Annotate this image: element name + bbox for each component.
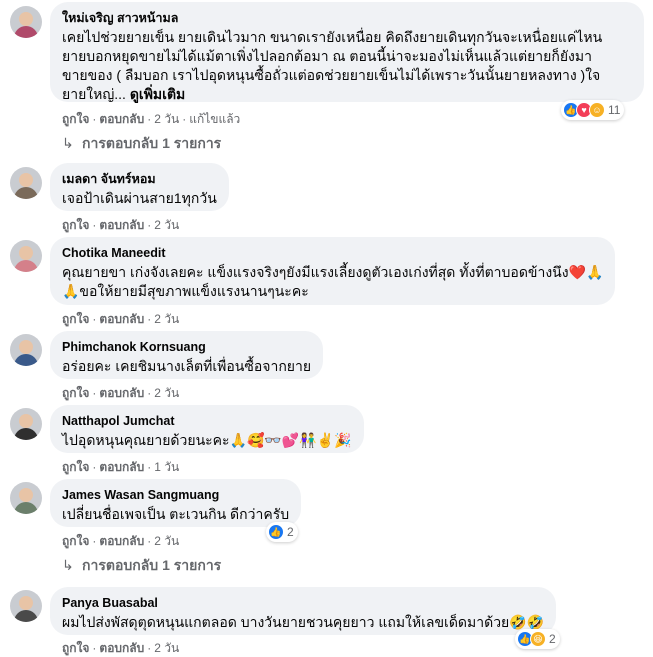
comment-time[interactable]: 2 วัน bbox=[154, 218, 179, 232]
comment-time[interactable]: 2 วัน bbox=[154, 312, 179, 326]
reaction-count: 2 bbox=[549, 632, 556, 646]
reaction-summary[interactable]: 👍 2 bbox=[266, 522, 298, 542]
reply-action[interactable]: ตอบกลับ bbox=[99, 218, 144, 232]
avatar[interactable] bbox=[10, 334, 42, 366]
comment-author[interactable]: Panya Buasabal bbox=[62, 595, 544, 611]
see-more-link[interactable]: ดูเพิ่มเติม bbox=[130, 86, 185, 102]
comment-bubble: Chotika Maneedit คุณยายขา เก่งจังเลยคะ แ… bbox=[50, 237, 616, 305]
reply-action[interactable]: ตอบกลับ bbox=[99, 112, 144, 126]
avatar[interactable] bbox=[10, 240, 42, 272]
comment-author[interactable]: Natthapol Jumchat bbox=[62, 413, 352, 429]
comment-time[interactable]: 2 วัน bbox=[154, 641, 179, 655]
avatar[interactable] bbox=[10, 167, 42, 199]
like-action[interactable]: ถูกใจ bbox=[62, 641, 89, 655]
comment-actions: ถูกใจ · ตอบกลับ · 1 วัน bbox=[62, 460, 180, 474]
reply-arrow-icon: ↳ bbox=[62, 557, 74, 573]
comment-time[interactable]: 2 วัน bbox=[154, 386, 179, 400]
reply-action[interactable]: ตอบกลับ bbox=[99, 312, 144, 326]
avatar[interactable] bbox=[10, 408, 42, 440]
reaction-summary[interactable]: 👍 ♥ ☺ 11 bbox=[561, 100, 625, 120]
comment-author[interactable]: เมลดา จันทร์หอม bbox=[62, 171, 217, 187]
comment-actions: ถูกใจ · ตอบกลับ · 2 วัน · แก้ไขแล้ว bbox=[62, 112, 241, 126]
comment-time[interactable]: 2 วัน bbox=[154, 112, 179, 126]
comment-bubble: เมลดา จันทร์หอม เจอป้าเดินผ่านสาย1ทุกวัน bbox=[50, 163, 229, 211]
comment-author[interactable]: Chotika Maneedit bbox=[62, 245, 603, 261]
reply-action[interactable]: ตอบกลับ bbox=[99, 641, 144, 655]
comment-text: เคยไปช่วยยายเข็น ยายเดินไวมาก ขนาดเรายัง… bbox=[62, 29, 603, 102]
reply-action[interactable]: ตอบกลับ bbox=[99, 534, 144, 548]
comment-time[interactable]: 1 วัน bbox=[154, 460, 179, 474]
comment-time[interactable]: 2 วัน bbox=[154, 534, 179, 548]
comment-text: ไปอุดหนุนคุณยายด้วยนะคะ🙏🥰👓💕👫✌️🎉 bbox=[62, 432, 352, 448]
care-reaction-icon: ☺ bbox=[589, 102, 605, 118]
comment-text: เจอป้าเดินผ่านสาย1ทุกวัน bbox=[62, 190, 217, 206]
comment-text: ผมไปส่งพัสดุตุดหนุนแกตลอด บางวันยายชวนคุ… bbox=[62, 614, 545, 630]
like-action[interactable]: ถูกใจ bbox=[62, 312, 89, 326]
comment-actions: ถูกใจ · ตอบกลับ · 2 วัน bbox=[62, 312, 180, 326]
comment-bubble: Natthapol Jumchat ไปอุดหนุนคุณยายด้วยนะค… bbox=[50, 405, 364, 453]
comment-bubble: James Wasan Sangmuang เปลี่ยนชื่อเพจเป็น… bbox=[50, 479, 302, 527]
comment-author[interactable]: ใหม่เจริญ สาวหน้ามล bbox=[62, 10, 632, 26]
like-reaction-icon: 👍 bbox=[268, 524, 284, 540]
reaction-count: 2 bbox=[287, 525, 294, 539]
comment-text: คุณยายขา เก่งจังเลยคะ แข็งแรงจริงๆยังมีแ… bbox=[62, 264, 604, 299]
comment-actions: ถูกใจ · ตอบกลับ · 2 วัน bbox=[62, 218, 180, 232]
like-action[interactable]: ถูกใจ bbox=[62, 386, 89, 400]
edited-label: แก้ไขแล้ว bbox=[189, 112, 241, 126]
like-action[interactable]: ถูกใจ bbox=[62, 112, 89, 126]
comment-author[interactable]: Phimchanok Kornsuang bbox=[62, 339, 311, 355]
view-replies-link[interactable]: ↳ การตอบกลับ 1 รายการ bbox=[62, 134, 221, 152]
comment-actions: ถูกใจ · ตอบกลับ · 2 วัน bbox=[62, 641, 180, 655]
comment-text: เปลี่ยนชื่อเพจเป็น ตะเวนกิน ดีกว่าครับ bbox=[62, 506, 290, 522]
like-action[interactable]: ถูกใจ bbox=[62, 460, 89, 474]
reply-action[interactable]: ตอบกลับ bbox=[99, 460, 144, 474]
comment-actions: ถูกใจ · ตอบกลับ · 2 วัน bbox=[62, 386, 180, 400]
comment-text: อร่อยคะ เคยชิมนางเล็ตที่เพื่อนซื้อจากยาย bbox=[62, 358, 312, 374]
comment-actions: ถูกใจ · ตอบกลับ · 2 วัน bbox=[62, 534, 180, 548]
comment-bubble: Phimchanok Kornsuang อร่อยคะ เคยชิมนางเล… bbox=[50, 331, 324, 379]
like-action[interactable]: ถูกใจ bbox=[62, 218, 89, 232]
view-replies-link[interactable]: ↳ การตอบกลับ 1 รายการ bbox=[62, 556, 221, 574]
comment-author[interactable]: James Wasan Sangmuang bbox=[62, 487, 289, 503]
reaction-summary[interactable]: 👍 😆 2 bbox=[515, 629, 560, 649]
avatar[interactable] bbox=[10, 590, 42, 622]
reply-arrow-icon: ↳ bbox=[62, 135, 74, 151]
comment-bubble: ใหม่เจริญ สาวหน้ามล เคยไปช่วยยายเข็น ยาย… bbox=[50, 2, 644, 102]
reply-action[interactable]: ตอบกลับ bbox=[99, 386, 144, 400]
haha-reaction-icon: 😆 bbox=[530, 631, 546, 647]
avatar[interactable] bbox=[10, 6, 42, 38]
avatar[interactable] bbox=[10, 482, 42, 514]
reaction-count: 11 bbox=[608, 103, 621, 117]
comment-bubble: Panya Buasabal ผมไปส่งพัสดุตุดหนุนแกตลอด… bbox=[50, 587, 557, 635]
like-action[interactable]: ถูกใจ bbox=[62, 534, 89, 548]
